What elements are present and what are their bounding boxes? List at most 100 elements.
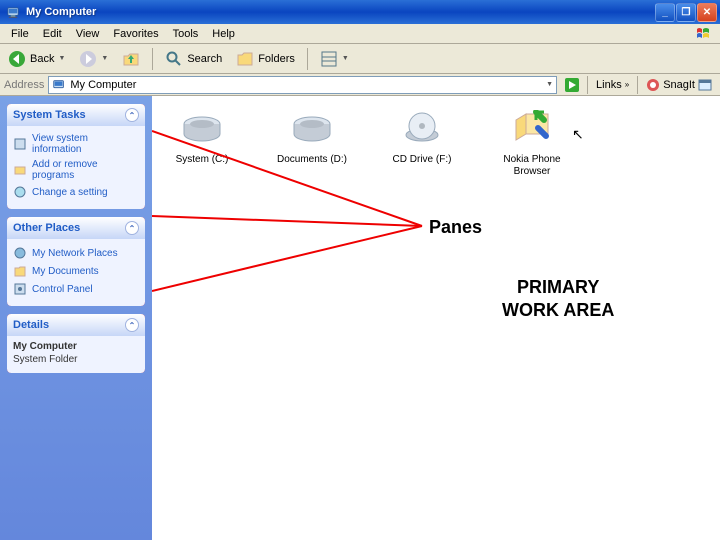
mouse-cursor-icon: ↖ [572,126,584,143]
details-name: My Computer [13,341,139,352]
chevron-down-icon: ▼ [342,55,349,62]
task-change-setting[interactable]: Change a setting [13,183,139,201]
other-places-title: Other Places [13,222,80,234]
collapse-button[interactable]: ⌃ [125,221,139,235]
documents-icon [13,264,27,278]
menu-file[interactable]: File [4,26,36,42]
toolbar-separator [307,48,308,70]
place-label: My Documents [32,266,99,277]
network-places-icon [13,246,27,260]
drive-label: Documents (D:) [277,154,347,166]
address-field[interactable]: ▼ [48,76,557,94]
collapse-button[interactable]: ⌃ [125,318,139,332]
place-my-documents[interactable]: My Documents [13,262,139,280]
cd-drive-icon [400,110,444,148]
my-computer-icon [6,5,21,19]
system-tasks-title: System Tasks [13,109,86,121]
back-button[interactable]: Back ▼ [4,48,69,70]
up-button[interactable] [118,48,144,70]
menu-favorites[interactable]: Favorites [106,26,165,42]
drive-system-c[interactable]: System (C:) [162,110,242,178]
info-icon [13,137,27,151]
hard-drive-icon [180,110,224,148]
folders-label: Folders [258,53,295,65]
search-icon [165,50,183,68]
window-title: My Computer [26,6,655,18]
restore-button[interactable]: ❐ [676,3,696,22]
drive-label: CD Drive (F:) [393,154,452,166]
forward-icon [79,50,97,68]
snagit-toolbar[interactable]: SnagIt [642,78,716,92]
task-label: View system information [32,133,139,155]
system-tasks-panel: System Tasks ⌃ View system information A… [7,104,145,209]
annotation-primary-work-area: PRIMARY WORK AREA [502,276,614,321]
annotation-primary-line1: PRIMARY [502,276,614,299]
place-control-panel[interactable]: Control Panel [13,280,139,298]
task-add-remove-programs[interactable]: Add or remove programs [13,157,139,183]
address-input[interactable] [70,79,542,91]
task-view-system-info[interactable]: View system information [13,131,139,157]
details-panel: Details ⌃ My Computer System Folder [7,314,145,373]
control-panel-icon [13,185,27,199]
address-bar: Address ▼ Links » SnagIt [0,74,720,96]
programs-icon [13,163,27,177]
menu-view[interactable]: View [69,26,107,42]
place-label: My Network Places [32,248,118,259]
snagit-window-icon [698,78,712,92]
folder-view[interactable]: System (C:) Documents (D:) CD Drive (F:)… [152,96,720,540]
drive-label: Nokia Phone Browser [492,154,572,178]
place-my-network-places[interactable]: My Network Places [13,244,139,262]
drive-cd-f[interactable]: CD Drive (F:) [382,110,462,178]
standard-toolbar: Back ▼ ▼ Search Folders ▼ [0,44,720,74]
snagit-label: SnagIt [663,79,695,91]
annotation-panes: Panes [427,216,484,239]
back-icon [8,50,26,68]
snagit-icon [646,78,660,92]
collapse-button[interactable]: ⌃ [125,108,139,122]
links-label: Links [596,79,622,91]
folder-up-icon [122,50,140,68]
my-computer-icon [52,78,66,92]
details-type: System Folder [13,354,139,365]
details-title: Details [13,319,49,331]
task-pane: System Tasks ⌃ View system information A… [0,96,152,540]
drive-label: System (C:) [176,154,229,166]
close-button[interactable]: ✕ [697,3,717,22]
links-toolbar[interactable]: Links » [592,79,633,91]
menu-bar: File Edit View Favorites Tools Help [0,24,720,44]
phone-browser-icon [510,110,554,148]
place-label: Control Panel [32,284,93,295]
go-button[interactable] [561,78,583,92]
folders-button[interactable]: Folders [232,48,299,70]
other-places-panel: Other Places ⌃ My Network Places My Docu… [7,217,145,306]
control-panel-icon [13,282,27,296]
task-label: Change a setting [32,187,108,198]
menu-edit[interactable]: Edit [36,26,69,42]
window-titlebar: My Computer _ ❐ ✕ [0,0,720,24]
task-label: Add or remove programs [32,159,139,181]
views-icon [320,50,338,68]
chevron-down-icon: ▼ [101,55,108,62]
chevron-down-icon[interactable]: ▼ [546,81,553,88]
back-label: Back [30,53,54,65]
drive-documents-d[interactable]: Documents (D:) [272,110,352,178]
toolbar-separator [152,48,153,70]
hard-drive-icon [290,110,334,148]
toolbar-separator [637,76,638,94]
folders-icon [236,50,254,68]
chevron-down-icon: ▼ [58,55,65,62]
search-button[interactable]: Search [161,48,226,70]
annotation-primary-line2: WORK AREA [502,299,614,322]
go-icon [565,78,579,92]
menu-help[interactable]: Help [205,26,242,42]
address-label: Address [4,79,44,91]
views-button[interactable]: ▼ [316,48,353,70]
menu-tools[interactable]: Tools [166,26,206,42]
windows-flag-icon [690,24,718,44]
minimize-button[interactable]: _ [655,3,675,22]
forward-button[interactable]: ▼ [75,48,112,70]
search-label: Search [187,53,222,65]
chevron-right-icon: » [625,80,629,89]
drive-nokia-browser[interactable]: Nokia Phone Browser [492,110,572,178]
toolbar-separator [587,76,588,94]
